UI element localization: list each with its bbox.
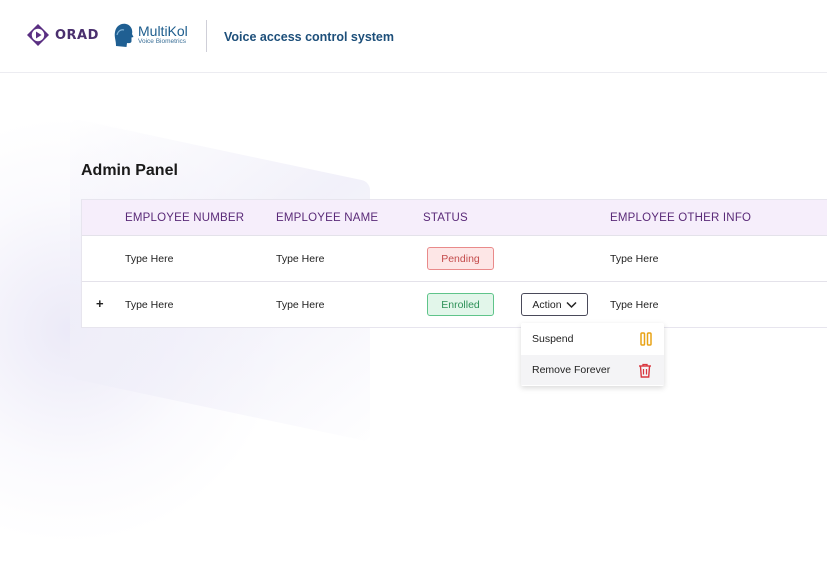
employee-number-cell[interactable]: Type Here <box>125 253 173 265</box>
menu-item-suspend[interactable]: Suspend <box>521 324 664 354</box>
action-dropdown-button[interactable]: Action <box>521 293 588 316</box>
multikol-head-icon <box>114 23 134 47</box>
multikol-name: MultiKol <box>138 23 188 40</box>
other-info-cell[interactable]: Type Here <box>610 253 658 265</box>
column-header-employee-number[interactable]: EMPLOYEE NUMBER <box>125 212 244 224</box>
multikol-logo: MultiKol Voice Biometrics <box>112 22 188 48</box>
header-divider <box>206 20 207 52</box>
menu-item-remove-forever[interactable]: Remove Forever <box>521 355 664 385</box>
trash-icon <box>639 363 651 378</box>
table-row[interactable]: + Type Here Type Here Enrolled Action Ty… <box>82 281 827 327</box>
column-header-other-info[interactable]: EMPLOYEE OTHER INFO <box>610 212 751 224</box>
status-badge-enrolled: Enrolled <box>427 293 494 316</box>
column-header-employee-name[interactable]: EMPLOYEE NAME <box>276 212 378 224</box>
employees-table: EMPLOYEE NUMBER EMPLOYEE NAME STATUS EMP… <box>81 199 827 328</box>
orad-logo-text: ORAD <box>55 27 99 43</box>
other-info-cell[interactable]: Type Here <box>610 299 658 311</box>
status-badge-pending: Pending <box>427 247 494 270</box>
app-title: Voice access control system <box>224 30 394 44</box>
app-header: ORAD MultiKol Voice Biometrics Voice acc… <box>0 0 827 73</box>
orad-logo[interactable]: ORAD <box>26 23 99 47</box>
menu-item-label: Remove Forever <box>532 364 611 376</box>
multikol-subtitle: Voice Biometrics <box>138 38 187 46</box>
employee-number-cell[interactable]: Type Here <box>125 299 173 311</box>
employee-name-cell[interactable]: Type Here <box>276 253 324 265</box>
page-title: Admin Panel <box>81 162 178 179</box>
orad-play-icon <box>27 24 49 46</box>
column-header-status[interactable]: STATUS <box>423 212 468 224</box>
action-label: Action <box>532 298 562 311</box>
pause-icon <box>640 332 652 346</box>
chevron-down-icon <box>566 301 577 308</box>
table-row[interactable]: Type Here Type Here Pending Type Here <box>82 235 827 281</box>
table-header: EMPLOYEE NUMBER EMPLOYEE NAME STATUS EMP… <box>82 200 827 235</box>
employee-name-cell[interactable]: Type Here <box>276 299 324 311</box>
action-dropdown-menu: Suspend Remove Forever <box>521 323 664 386</box>
menu-item-label: Suspend <box>532 333 574 345</box>
expand-row-button[interactable]: + <box>96 296 104 311</box>
